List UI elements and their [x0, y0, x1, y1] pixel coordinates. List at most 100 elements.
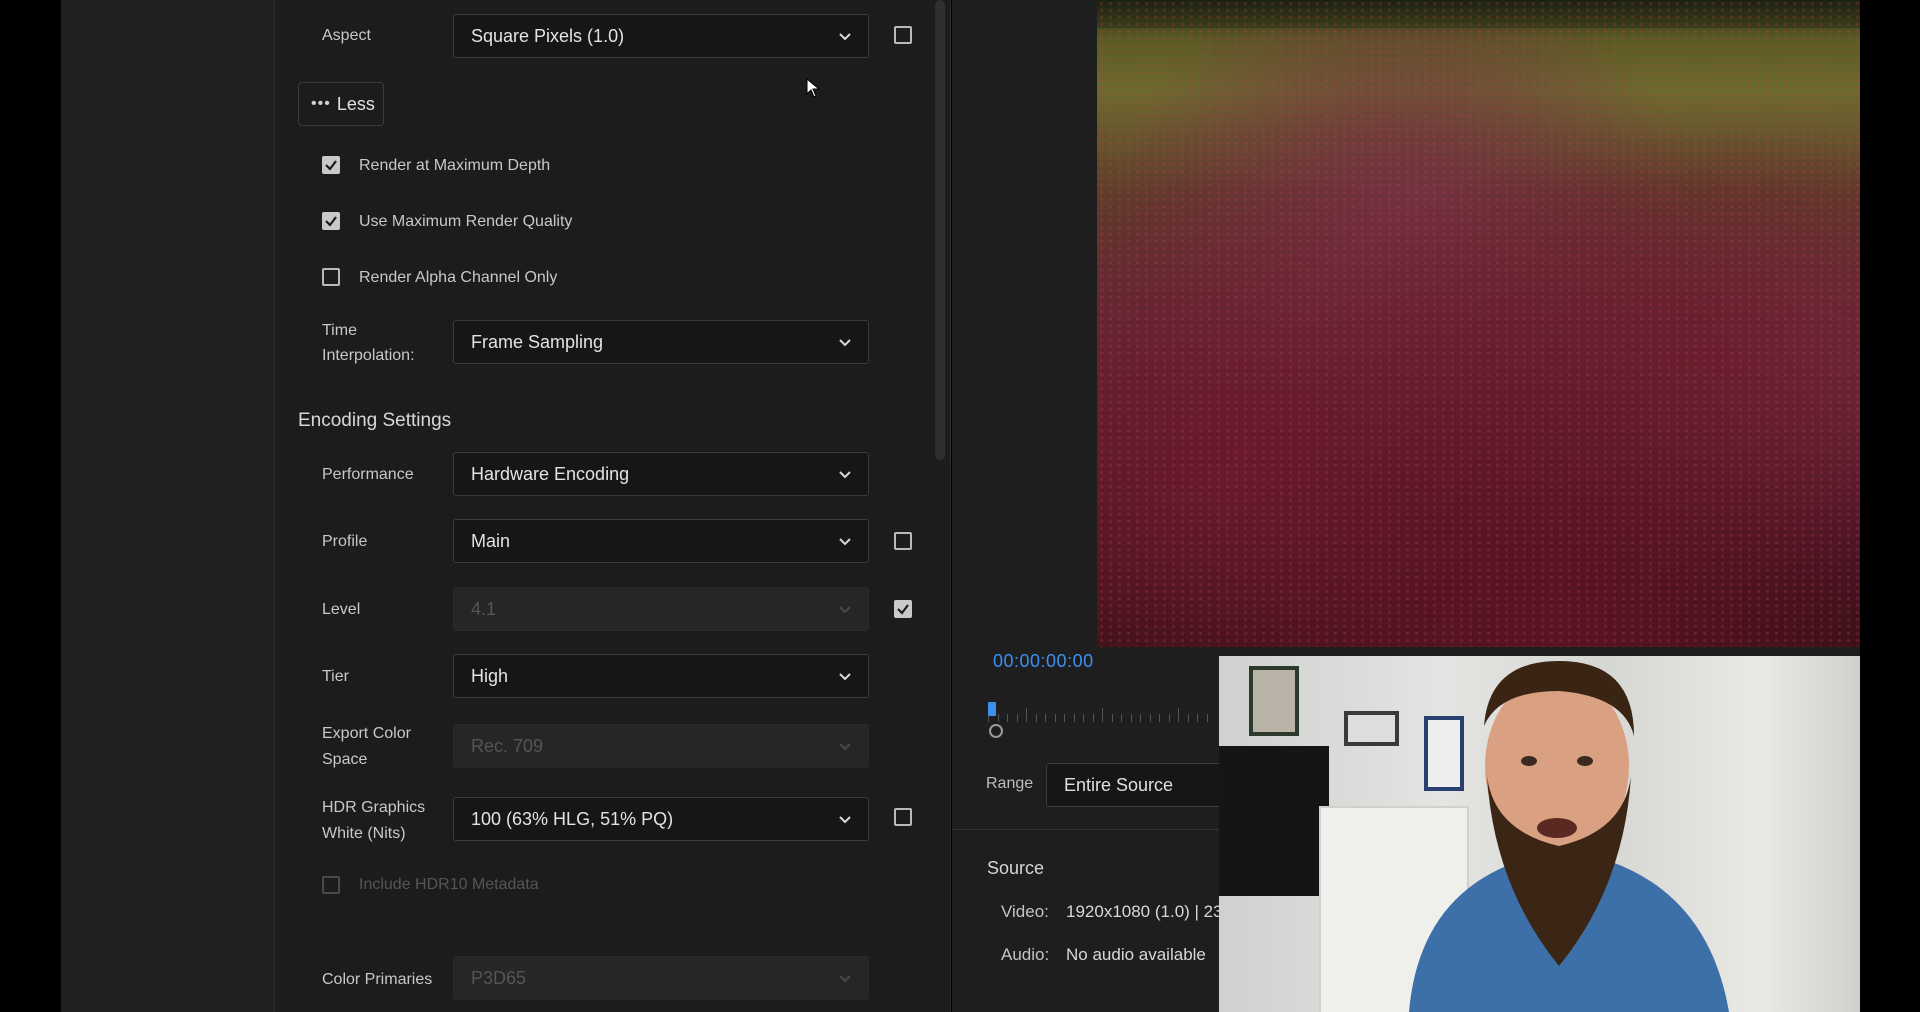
audio-label: Audio: [1001, 945, 1050, 964]
timeline-tick [1064, 714, 1065, 722]
profile-dropdown[interactable]: Main [453, 519, 869, 563]
chevron-down-icon [836, 810, 854, 828]
less-button[interactable]: ••• Less [298, 82, 384, 126]
preview-timeline[interactable] [988, 700, 1218, 722]
export-color-space-dropdown[interactable]: Rec. 709 [453, 724, 869, 768]
performance-value: Hardware Encoding [471, 463, 630, 484]
timeline-tick [1178, 708, 1179, 722]
level-dropdown[interactable]: 4.1 [453, 587, 869, 631]
export-settings-panel [274, 0, 951, 1012]
include-hdr10-checkbox[interactable] [322, 876, 340, 894]
timecode-display[interactable]: 00:00:00:00 [993, 651, 1094, 672]
source-divider [952, 829, 1220, 830]
video-value: 1920x1080 (1.0) | 23 [1066, 902, 1223, 921]
time-interpolation-dropdown[interactable]: Frame Sampling [453, 320, 869, 364]
tier-label: Tier [322, 668, 349, 685]
timeline-tick [997, 714, 999, 722]
timeline-tick [1083, 714, 1084, 722]
performance-dropdown[interactable]: Hardware Encoding [453, 452, 869, 496]
export-color-space-label-1: Export Color [322, 725, 411, 742]
presenter [1409, 661, 1729, 1012]
time-interpolation-label-1: Time [322, 322, 357, 339]
timeline-tick [1121, 714, 1122, 722]
source-title: Source [987, 858, 1045, 878]
level-label: Level [322, 601, 361, 618]
level-value: 4.1 [471, 598, 497, 619]
less-button-label: Less [336, 93, 375, 114]
wall-frame [1249, 666, 1299, 736]
performance-label: Performance [322, 466, 414, 483]
video-label: Video: [1001, 902, 1049, 921]
tv [1219, 746, 1329, 896]
time-interpolation-value: Frame Sampling [471, 331, 604, 352]
hdr-graphics-label-1: HDR Graphics [322, 799, 426, 816]
chevron-down-icon [836, 667, 854, 685]
timeline-tick [1035, 714, 1037, 722]
profile-match-checkbox[interactable] [894, 532, 912, 550]
timeline-tick [1045, 714, 1046, 722]
playhead-marker[interactable] [988, 702, 996, 716]
chevron-down-icon [836, 737, 854, 755]
aspect-dropdown[interactable]: Square Pixels (1.0) [453, 14, 869, 58]
range-dropdown[interactable]: Entire Source [1046, 763, 1236, 807]
aspect-match-checkbox[interactable] [894, 26, 912, 44]
export-color-space-value: Rec. 709 [471, 735, 544, 756]
aspect-label: Aspect [322, 27, 371, 44]
hdr-graphics-match-checkbox[interactable] [894, 808, 912, 826]
color-primaries-dropdown[interactable]: P3D65 [453, 956, 869, 1000]
render-max-depth-label: Render at Maximum Depth [359, 157, 551, 174]
timeline-tick [1130, 714, 1132, 722]
color-primaries-value: P3D65 [471, 967, 527, 988]
range-label: Range [986, 775, 1034, 792]
timeline-tick [1168, 714, 1170, 722]
timeline-tick [1102, 708, 1103, 722]
encoding-settings-title: Encoding Settings [298, 410, 452, 431]
alpha-channel-only-checkbox[interactable] [322, 268, 340, 286]
timeline-tick [1054, 714, 1056, 722]
left-panel [61, 0, 274, 1012]
alpha-channel-only-label: Render Alpha Channel Only [359, 269, 558, 286]
tier-dropdown[interactable]: High [453, 654, 869, 698]
timeline-tick [1007, 714, 1008, 722]
chevron-down-icon [836, 465, 854, 483]
time-interpolation-label-2: Interpolation: [322, 347, 415, 364]
chevron-down-icon [836, 27, 854, 45]
timeline-tick [1092, 714, 1094, 722]
render-max-depth-checkbox[interactable] [322, 156, 340, 174]
chevron-down-icon [836, 333, 854, 351]
range-value: Entire Source [1064, 774, 1174, 795]
timeline-tick [1206, 714, 1208, 722]
max-render-quality-checkbox[interactable] [322, 212, 340, 230]
more-dots-icon: ••• [311, 95, 331, 112]
checkmark-icon [325, 216, 337, 227]
tier-value: High [471, 665, 509, 686]
settings-scrollbar[interactable] [935, 0, 945, 460]
timeline-tick [1026, 708, 1027, 722]
level-match-checkbox[interactable] [894, 600, 912, 618]
checkmark-icon [325, 160, 337, 171]
timeline-tick [1187, 714, 1189, 722]
color-primaries-label: Color Primaries [322, 971, 433, 988]
in-point-handle[interactable] [989, 724, 1003, 738]
timeline-tick [1197, 714, 1198, 722]
timeline-tick [1159, 714, 1160, 722]
include-hdr10-label: Include HDR10 Metadata [359, 876, 539, 893]
mouse-cursor-icon [806, 78, 820, 98]
timeline-tick [1111, 714, 1113, 722]
timeline-tick [1016, 714, 1018, 722]
webcam-overlay [1219, 656, 1860, 1012]
hdr-graphics-dropdown[interactable]: 100 (63% HLG, 51% PQ) [453, 797, 869, 841]
hdr-graphics-value: 100 (63% HLG, 51% PQ) [471, 808, 674, 829]
hdr-graphics-label-2: White (Nits) [322, 825, 406, 842]
video-preview [1097, 0, 1860, 647]
aspect-value: Square Pixels (1.0) [471, 25, 625, 46]
profile-label: Profile [322, 533, 368, 550]
export-color-space-label-2: Space [322, 751, 368, 768]
timeline-tick [1073, 714, 1075, 722]
chevron-down-icon [836, 532, 854, 550]
profile-value: Main [471, 530, 511, 551]
chevron-down-icon [836, 600, 854, 618]
max-render-quality-label: Use Maximum Render Quality [359, 213, 573, 230]
checkmark-icon [897, 604, 909, 615]
audio-value: No audio available [1066, 945, 1206, 964]
